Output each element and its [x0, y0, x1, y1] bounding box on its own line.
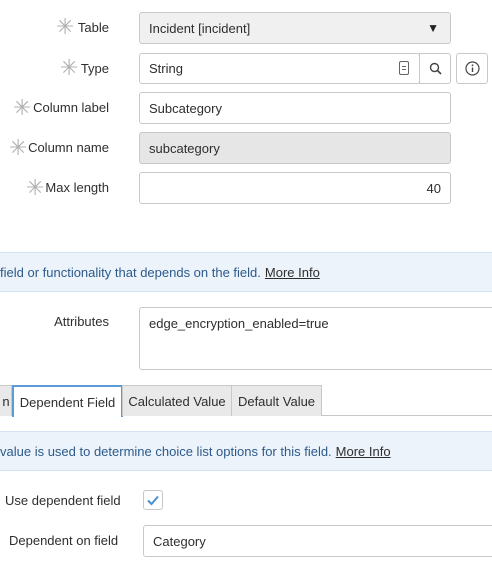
tab-partial-label: n: [2, 393, 10, 409]
tab-calculated-value-label: Calculated Value: [128, 393, 226, 409]
max-length-value: 40: [426, 180, 441, 196]
use-dependent-field-label: Use dependent field: [5, 493, 121, 508]
required-icon: ✳: [56, 15, 75, 40]
attributes-value: edge_encryption_enabled=true: [149, 316, 329, 331]
column-name-label: Column name: [28, 140, 109, 155]
checkmark-icon: [147, 495, 159, 506]
info-notice-text: field or functionality that depends on t…: [0, 264, 261, 280]
table-select[interactable]: Incident [incident] ▼: [139, 12, 451, 44]
more-info-link[interactable]: More Info: [265, 265, 320, 280]
required-icon: ✳: [26, 176, 45, 201]
more-info-link[interactable]: More Info: [336, 444, 391, 459]
required-icon: ✳: [13, 96, 32, 121]
column-label-value: Subcategory: [149, 100, 222, 116]
attributes-textarea[interactable]: edge_encryption_enabled=true: [139, 307, 492, 370]
tab-calculated-value[interactable]: Calculated Value: [122, 385, 232, 416]
tab-default-value-label: Default Value: [237, 393, 316, 409]
dependent-on-field-value: Category: [153, 533, 206, 549]
column-name-value: subcategory: [149, 140, 220, 156]
type-input[interactable]: String: [139, 53, 420, 84]
info-notice: field or functionality that depends on t…: [0, 252, 492, 292]
type-search-button[interactable]: [419, 53, 451, 84]
tab-dependent-field[interactable]: Dependent Field: [12, 385, 123, 417]
tab-partial[interactable]: n: [0, 385, 12, 416]
table-value: Incident [incident]: [149, 20, 251, 36]
max-length-label: Max length: [45, 180, 109, 195]
dropdown-arrow-icon: ▼: [427, 21, 439, 35]
info-icon: [464, 61, 480, 76]
attributes-label: Attributes: [54, 314, 109, 329]
type-info-button[interactable]: [456, 53, 488, 84]
type-label: Type: [80, 61, 109, 76]
dependent-info-notice: value is used to determine choice list o…: [0, 431, 492, 471]
type-value: String: [149, 61, 183, 76]
dependent-on-field-label: Dependent on field: [9, 533, 119, 548]
use-dependent-field-checkbox[interactable]: [143, 490, 163, 510]
table-label: Table: [77, 20, 109, 35]
copy-icon[interactable]: [399, 61, 409, 75]
tab-default-value[interactable]: Default Value: [231, 385, 322, 416]
column-label-input[interactable]: Subcategory: [139, 92, 451, 124]
max-length-input[interactable]: 40: [139, 172, 451, 204]
dependent-on-field-input[interactable]: Category: [143, 525, 492, 557]
required-icon: ✳: [60, 56, 79, 81]
dependent-info-text: value is used to determine choice list o…: [0, 443, 332, 459]
column-label-label: Column label: [33, 100, 109, 115]
required-icon: ✳: [9, 136, 28, 161]
column-name-input: subcategory: [139, 132, 451, 164]
tab-dependent-field-label: Dependent Field: [19, 394, 116, 410]
search-icon: [429, 62, 442, 75]
